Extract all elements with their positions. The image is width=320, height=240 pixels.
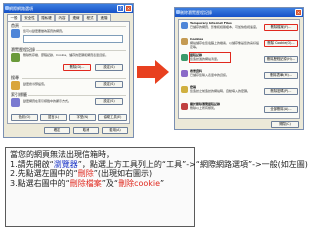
search-settings-button[interactable]: 設定(S) <box>95 81 123 88</box>
tabs-settings-button[interactable]: 設定(S) <box>95 98 123 105</box>
instruction-delete-highlight: 刪除 <box>77 169 94 178</box>
close-icon[interactable]: × <box>295 9 302 16</box>
delete-cookies-button[interactable]: 刪除 Cookie(O)... <box>264 40 298 47</box>
delete-all-icon <box>181 103 188 110</box>
instruction-line-4-mid: ”及“ <box>101 178 119 188</box>
delete-history-panel: Temporary Internet Files 已儲存的網頁、影像和媒體複本，… <box>178 19 300 119</box>
delete-passwords-button[interactable]: 刪除密碼(P)... <box>264 88 298 95</box>
instruction-line-4-pre: 3.點選右圖中的“ <box>10 178 70 188</box>
instruction-delete-files-highlight: 刪除檔案 <box>69 178 102 188</box>
passwords-text: 您造訪之前造訪的網站時，自動填入的密碼。 <box>190 89 251 93</box>
instruction-browser-highlight: 瀏覽器 <box>53 159 78 169</box>
instruction-line-3: 2.先點選左圖中的“刪除”(出現如右圖示) <box>10 169 190 179</box>
internet-options-window: 網際網路選項 ? × 一般 安全性 隱私權 內容 連線 程式 進階 首頁 您可以… <box>3 3 134 138</box>
instruction-line-3-post: ”(出現如右圖示) <box>93 169 153 178</box>
languages-button[interactable]: 語言(L) <box>40 114 67 121</box>
history-settings-button[interactable]: 設定(S) <box>95 64 123 71</box>
general-tab-panel: 首頁 您可以變更要做為首頁的網頁。 瀏覽歷程記錄 刪除暫存檔、歷程記錄、Cook… <box>7 21 130 124</box>
instruction-line-1-text: 當您的網頁無法出現信箱時， <box>10 150 114 159</box>
browsing-history-divider <box>36 50 126 51</box>
tab-privacy[interactable]: 隱私權 <box>38 14 55 21</box>
instruction-line-4: 3.點選右圖中的“刪除檔案”及“刪除cookie” <box>10 179 190 189</box>
tab-programs[interactable]: 程式 <box>83 14 97 21</box>
instruction-line-2-post: ”，點選上方工具列上的“工具”->“網際網路選項”->一般(如左圖) <box>77 159 308 169</box>
search-text: 變更搜尋預設值。 <box>23 82 48 86</box>
tabs-icon <box>11 98 20 107</box>
close-icon[interactable]: × <box>125 5 132 12</box>
colors-button[interactable]: 色彩(O) <box>11 114 38 121</box>
delete-history-button[interactable]: 刪除(D)... <box>63 64 91 71</box>
history-highlight <box>189 52 231 63</box>
internet-options-titlebar: 網際網路選項 ? × <box>4 4 133 13</box>
home-page-url-input[interactable] <box>23 35 123 43</box>
cookies-text: 網站儲存在您電腦上的檔案，以儲存像是您的喜好設定等。 <box>190 41 260 49</box>
close-button[interactable]: 關閉(C) <box>271 121 299 128</box>
tabs-text: 變更網頁在索引標籤中的顯示方式。 <box>23 99 72 103</box>
tab-advanced[interactable]: 進階 <box>97 14 111 21</box>
cookies-icon <box>181 38 188 45</box>
red-arrow-icon <box>137 60 169 84</box>
ok-button[interactable]: 確定 <box>44 127 70 134</box>
delete-forms-button[interactable]: 刪除表單(M)... <box>264 72 298 79</box>
browsing-history-icon <box>11 53 20 62</box>
help-icon[interactable]: ? <box>117 5 124 12</box>
delete-all-text: 刪除以上所有類別。 <box>190 106 218 110</box>
delete-history-button[interactable]: 刪除歷程記錄(H)... <box>264 56 298 63</box>
tab-security[interactable]: 安全性 <box>21 14 38 21</box>
temp-files-text: 已儲存的網頁、影像和媒體複本，可加快檢視速度。 <box>190 25 260 29</box>
instruction-line-2-pre: 1.請先開啟“ <box>10 159 54 169</box>
tab-connections[interactable]: 連線 <box>69 14 83 21</box>
fonts-button[interactable]: 字型(N) <box>69 114 96 121</box>
temp-files-icon <box>181 22 188 29</box>
home-page-text: 您可以變更要做為首頁的網頁。 <box>23 29 66 33</box>
instruction-line-3-pre: 2.先點選左圖中的“ <box>10 169 78 178</box>
home-page-icon <box>11 29 20 38</box>
instruction-line-2: 1.請先開啟“瀏覽器”，點選上方工具列上的“工具”->“網際網路選項”->一般(… <box>10 159 308 170</box>
form-data-text: 已儲存您輸入表單中的資訊。 <box>190 73 230 77</box>
window-icon <box>5 6 9 10</box>
search-divider <box>22 78 126 79</box>
tab-content[interactable]: 內容 <box>55 14 69 21</box>
delete-history-title: 刪除瀏覽歷程記錄 <box>180 10 212 15</box>
browsing-history-text: 刪除暫存檔、歷程記錄、Cookie、儲存的密碼和網頁表單資訊。 <box>23 53 109 57</box>
instruction-line-4-post: ” <box>160 178 165 188</box>
history-icon <box>181 54 188 61</box>
instruction-delete-cookie-highlight: 刪除cookie <box>118 178 161 188</box>
instruction-line-1: 當您的網頁無法出現信箱時， <box>10 150 190 160</box>
passwords-icon <box>181 86 188 93</box>
tab-bar: 一般 安全性 隱私權 內容 連線 程式 進階 <box>7 14 130 22</box>
window-icon <box>176 10 180 14</box>
apply-button[interactable]: 套用(A) <box>102 127 128 134</box>
internet-options-title: 網際網路選項 <box>9 6 33 11</box>
search-icon <box>11 81 20 90</box>
instructions-box: 當您的網頁無法出現信箱時， 1.請先開啟“瀏覽器”，點選上方工具列上的“工具”-… <box>5 147 308 227</box>
form-data-icon <box>181 70 188 77</box>
delete-all-button[interactable]: 全部刪除(A)... <box>264 106 298 113</box>
delete-history-titlebar: 刪除瀏覽歷程記錄 × <box>175 8 303 17</box>
cancel-button[interactable]: 取消 <box>73 127 99 134</box>
home-page-divider <box>22 26 126 27</box>
tabs-divider <box>28 95 126 96</box>
accessibility-button[interactable]: 協助工具(E) <box>98 114 127 121</box>
delete-files-button[interactable]: 刪除檔案(F)... <box>264 24 298 31</box>
delete-browsing-history-window: 刪除瀏覽歷程記錄 × Temporary Internet Files 已儲存的… <box>174 7 304 130</box>
